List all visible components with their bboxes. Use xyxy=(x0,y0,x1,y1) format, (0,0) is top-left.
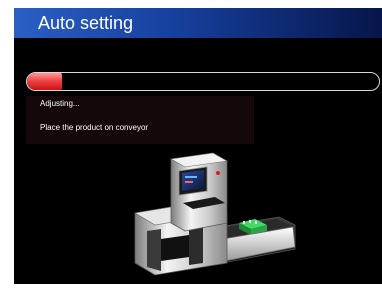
indicator-light xyxy=(216,171,220,175)
status-text: Adjusting... xyxy=(40,99,80,108)
window-title: Auto setting xyxy=(38,13,134,33)
inspection-machine-illustration xyxy=(134,152,296,276)
progress-fill xyxy=(27,73,63,90)
progress-bar xyxy=(26,72,380,91)
instruction-text: Place the product on conveyor xyxy=(40,123,149,132)
machine-display-icon xyxy=(178,166,208,196)
title-bar: Auto setting xyxy=(14,8,382,38)
auto-setting-screen: Auto setting Adjusting... Place the prod… xyxy=(14,8,382,284)
